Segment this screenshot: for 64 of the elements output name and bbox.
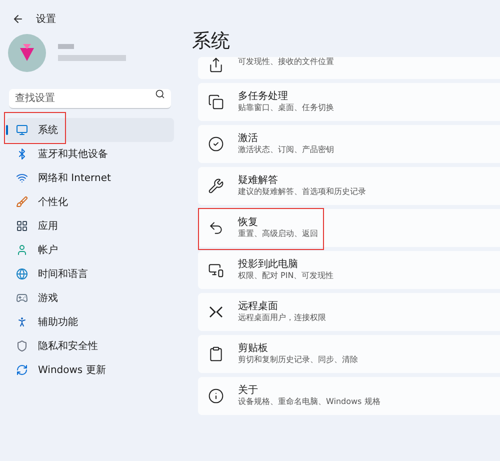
info-icon [208, 388, 224, 404]
card-title: 远程桌面 [238, 300, 279, 313]
monitor-icon [16, 124, 28, 136]
sidebar-item[interactable]: Windows 更新 [6, 358, 174, 382]
card-subtitle: 贴靠窗口、桌面、任务切换 [238, 103, 334, 114]
settings-card[interactable]: 远程桌面 远程桌面用户，连接权限 [198, 293, 500, 331]
card-subtitle: 重置、高级启动、返回 [238, 229, 318, 240]
page-title: 系统 [192, 29, 231, 54]
card-subtitle: 设备规格、重命名电脑、Windows 规格 [238, 397, 380, 408]
card-subtitle: 建议的疑难解答、首选项和历史记录 [238, 187, 366, 198]
card-title: 激活 [238, 132, 259, 146]
shield-icon [16, 340, 28, 352]
card-subtitle: 激活状态、订阅、产品密钥 [238, 145, 334, 156]
blurred-name-drawing [58, 42, 128, 64]
refresh-icon [16, 364, 28, 376]
search-field[interactable]: 查找设置 [9, 89, 171, 109]
remote-arrows-icon [208, 304, 224, 320]
search-icon[interactable] [155, 89, 165, 99]
check-circle-icon [208, 136, 224, 152]
avatar-drawing [8, 34, 46, 72]
gamepad-icon [16, 292, 28, 304]
bluetooth-icon [16, 148, 28, 160]
sidebar-item[interactable]: 辅助功能 [6, 310, 174, 334]
sidebar-item[interactable]: 蓝牙和其他设备 [6, 142, 174, 166]
settings-card[interactable]: 恢复 重置、高级启动、返回 [198, 209, 500, 247]
settings-card[interactable]: 关于 设备规格、重命名电脑、Windows 规格 [198, 377, 500, 415]
settings-card[interactable]: 多任务处理 贴靠窗口、桌面、任务切换 [198, 83, 500, 121]
sidebar-item[interactable]: 个性化 [6, 190, 174, 214]
card-subtitle: 远程桌面用户，连接权限 [238, 313, 326, 324]
settings-card[interactable]: 疑难解答 建议的疑难解答、首选项和历史记录 [198, 167, 500, 205]
sidebar-item[interactable]: 帐户 [6, 238, 174, 262]
windows-icon [208, 94, 224, 110]
globe-icon [16, 268, 28, 280]
settings-card[interactable]: 可发现性、接收的文件位置 [198, 57, 500, 79]
card-subtitle: 可发现性、接收的文件位置 [238, 57, 334, 67]
card-title: 多任务处理 [238, 90, 289, 103]
sidebar-item[interactable]: 网络和 Internet [6, 166, 174, 190]
sidebar-item[interactable]: 游戏 [6, 286, 174, 310]
card-title: 投影到此电脑 [238, 258, 299, 272]
card-title: 关于 [238, 384, 259, 398]
clipboard-icon [208, 346, 224, 362]
share-icon [208, 57, 224, 73]
card-subtitle: 权限、配对 PIN、可发现性 [238, 271, 334, 282]
selection-indicator [6, 125, 8, 135]
person-icon [16, 316, 28, 328]
sidebar-item[interactable]: 应用 [6, 214, 174, 238]
undo-icon [208, 220, 224, 236]
card-title: 剪贴板 [238, 342, 269, 355]
card-title: 疑难解答 [238, 174, 279, 187]
window-title: 设置 [36, 12, 56, 26]
person-icon [16, 244, 28, 256]
wrench-icon [208, 178, 224, 194]
sidebar-item[interactable]: 系统 [6, 118, 174, 142]
back-icon[interactable] [12, 13, 24, 25]
devices-icon [208, 262, 224, 278]
card-subtitle: 剪切和复制历史记录、同步、清除 [238, 355, 358, 366]
apps-icon [16, 220, 28, 232]
sidebar-item[interactable]: 时间和语言 [6, 262, 174, 286]
card-title: 恢复 [238, 216, 259, 230]
sidebar-item[interactable]: 隐私和安全性 [6, 334, 174, 358]
brush-icon [16, 196, 28, 208]
settings-card[interactable]: 投影到此电脑 权限、配对 PIN、可发现性 [198, 251, 500, 289]
settings-card[interactable]: 激活 激活状态、订阅、产品密钥 [198, 125, 500, 163]
settings-card[interactable]: 剪贴板 剪切和复制历史记录、同步、清除 [198, 335, 500, 373]
